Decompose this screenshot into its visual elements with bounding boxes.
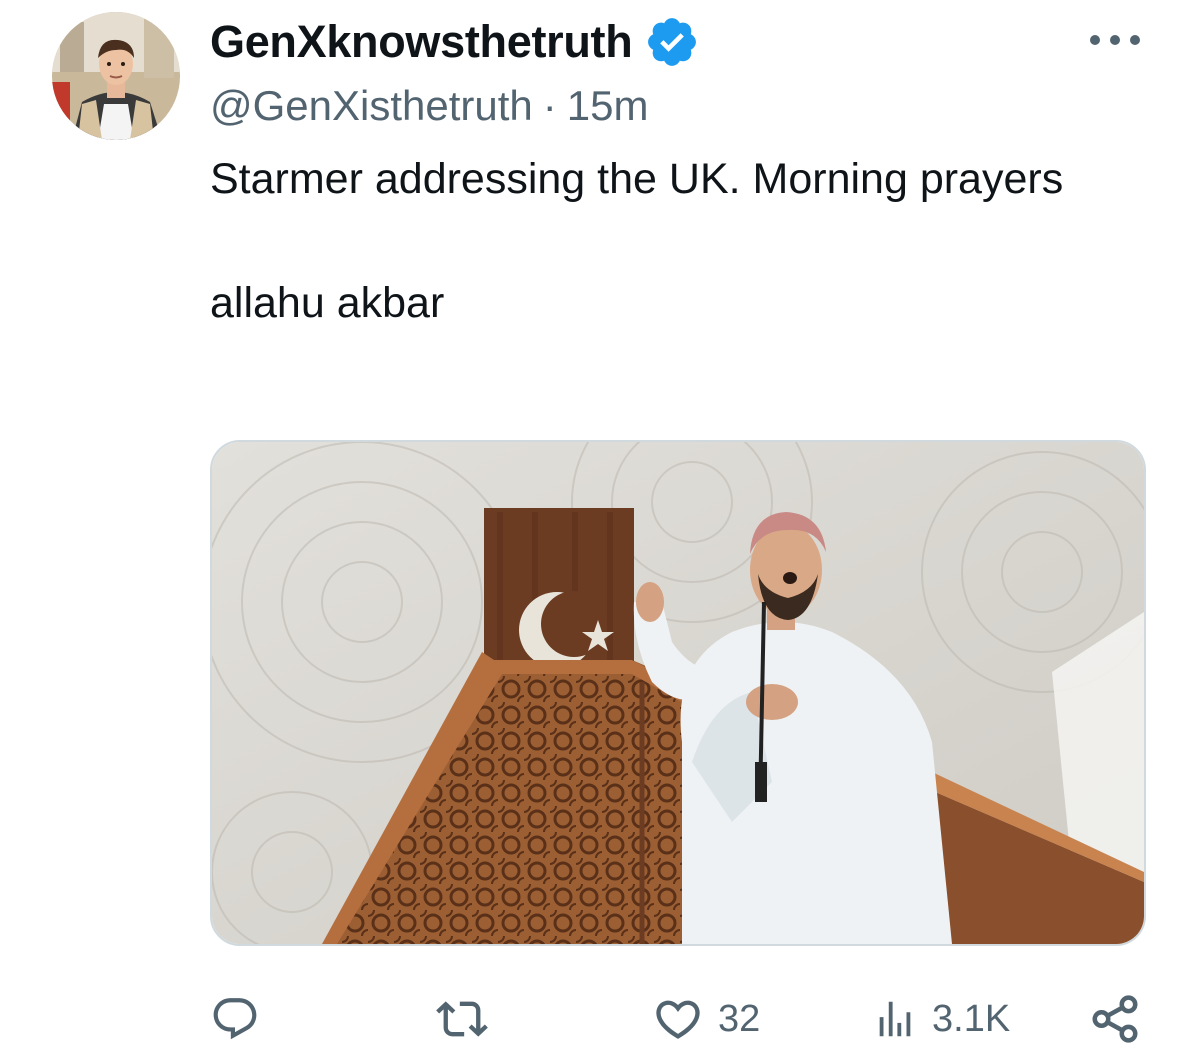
tweet-text-line: Starmer addressing the UK. Morning praye… <box>210 155 1064 203</box>
handle-row: @GenXisthetruth · 15m <box>210 82 649 130</box>
avatar[interactable] <box>52 12 180 140</box>
more-options-button[interactable] <box>1084 18 1146 62</box>
share-button[interactable] <box>1088 984 1142 1054</box>
views-icon <box>879 1001 911 1037</box>
views-count: 3.1K <box>932 997 1011 1040</box>
tweet-text: Starmer addressing the UK. Morning praye… <box>210 148 1130 334</box>
tweet-media-image[interactable] <box>210 440 1146 946</box>
views-button[interactable]: 3.1K <box>872 984 1010 1054</box>
like-button[interactable]: 32 <box>652 984 760 1054</box>
separator: · <box>542 82 557 129</box>
repost-button[interactable] <box>436 984 502 1054</box>
heart-icon <box>656 1000 700 1039</box>
display-name[interactable]: GenXknowsthetruth <box>210 16 633 68</box>
timestamp[interactable]: 15m <box>567 82 649 129</box>
verified-badge-icon[interactable] <box>644 14 700 70</box>
action-bar: 32 3.1K <box>0 984 1200 1054</box>
like-count: 32 <box>718 997 761 1040</box>
repost-icon <box>436 1001 488 1037</box>
handle[interactable]: @GenXisthetruth <box>210 82 533 129</box>
share-icon <box>1092 995 1138 1043</box>
reply-button[interactable] <box>210 984 274 1054</box>
tweet-text-line: allahu akbar <box>210 279 445 327</box>
reply-icon <box>213 998 257 1040</box>
more-dots-icon <box>1090 35 1140 45</box>
